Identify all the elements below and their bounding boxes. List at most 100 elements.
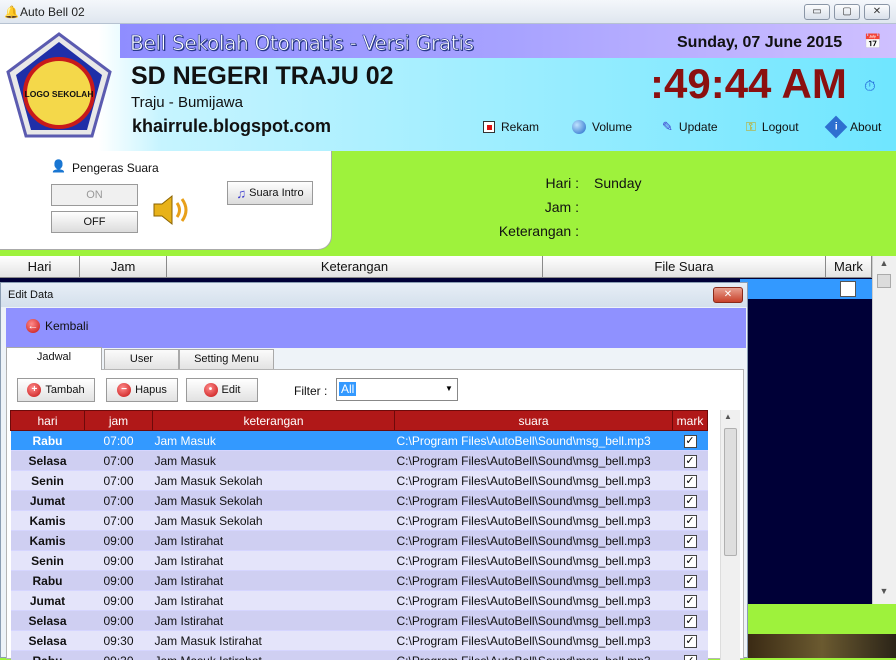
cell-keterangan: Jam Istirahat (153, 571, 395, 591)
about-button[interactable]: i About (828, 118, 881, 136)
grid-header-mark[interactable]: Mark (826, 256, 872, 278)
scroll-down-icon[interactable]: ▼ (875, 586, 893, 598)
cell-mark: ✓ (673, 571, 708, 591)
mark-checkbox[interactable]: ✓ (684, 515, 697, 528)
cell-mark: ✓ (673, 471, 708, 491)
tambah-button[interactable]: + Tambah (17, 378, 95, 402)
tab-user[interactable]: User (104, 349, 179, 369)
tab-setting-menu[interactable]: Setting Menu (179, 349, 274, 369)
cell-mark: ✓ (673, 631, 708, 651)
jam-label: Jam : (459, 199, 579, 215)
sound-on-button[interactable]: ON (51, 184, 138, 206)
speaker-icon (150, 191, 194, 229)
cell-keterangan: Jam Masuk Istirahat (153, 651, 395, 660)
scroll-up-icon[interactable]: ▲ (875, 258, 893, 270)
grid-selected-row[interactable] (740, 279, 826, 299)
table-row[interactable]: Jumat07:00Jam Masuk SekolahC:\Program Fi… (11, 491, 708, 511)
table-header-keterangan[interactable]: keterangan (153, 411, 395, 431)
table-header-hari[interactable]: hari (11, 411, 85, 431)
table-row[interactable]: Rabu09:30Jam Masuk IstirahatC:\Program F… (11, 651, 708, 660)
cell-mark: ✓ (673, 611, 708, 631)
calendar-icon[interactable]: 📅 (864, 33, 881, 50)
table-scrollbar[interactable]: ▲ (720, 410, 740, 660)
mark-checkbox[interactable]: ✓ (684, 575, 697, 588)
mark-checkbox[interactable]: ✓ (684, 535, 697, 548)
filter-label: Filter : (294, 384, 327, 398)
mark-checkbox[interactable]: ✓ (684, 475, 697, 488)
cell-mark: ✓ (673, 551, 708, 571)
cell-mark: ✓ (673, 431, 708, 451)
cell-hari: Kamis (11, 511, 85, 531)
cell-suara: C:\Program Files\AutoBell\Sound\msg_bell… (395, 611, 673, 631)
table-row[interactable]: Selasa07:00Jam MasukC:\Program Files\Aut… (11, 451, 708, 471)
mark-checkbox[interactable]: ✓ (684, 635, 697, 648)
table-row[interactable]: Kamis09:00Jam IstirahatC:\Program Files\… (11, 531, 708, 551)
stopwatch-icon[interactable]: ⏱ (864, 78, 876, 95)
tab-jadwal[interactable]: Jadwal (6, 347, 102, 370)
grid-header-hari[interactable]: Hari (0, 256, 80, 278)
wallpaper-strip (748, 634, 896, 658)
cell-keterangan: Jam Masuk Sekolah (153, 471, 395, 491)
table-scroll-up-icon[interactable]: ▲ (724, 412, 732, 421)
chevron-down-icon[interactable]: ▼ (445, 384, 453, 393)
cell-keterangan: Jam Istirahat (153, 591, 395, 611)
edit-label: Edit (222, 384, 241, 396)
table-header-jam[interactable]: jam (85, 411, 153, 431)
cell-jam: 07:00 (85, 471, 153, 491)
kembali-button[interactable]: ← Kembali (26, 319, 88, 333)
cell-suara: C:\Program Files\AutoBell\Sound\msg_bell… (395, 651, 673, 660)
hapus-label: Hapus (135, 384, 167, 396)
logo-text: LOGO SEKOLAH (25, 89, 94, 99)
about-label: About (850, 120, 881, 134)
mark-checkbox[interactable]: ✓ (684, 455, 697, 468)
cell-jam: 07:00 (85, 431, 153, 451)
grid-mark-cell[interactable] (826, 279, 872, 299)
table-header-suara[interactable]: suara (395, 411, 673, 431)
mark-checkbox[interactable]: ✓ (684, 555, 697, 568)
hapus-button[interactable]: − Hapus (106, 378, 178, 402)
school-logo: LOGO SEKOLAH (4, 30, 114, 142)
mark-checkbox[interactable]: ✓ (684, 435, 697, 448)
table-scroll-thumb[interactable] (724, 428, 737, 556)
sound-off-button[interactable]: OFF (51, 211, 138, 233)
rekam-button[interactable]: Rekam (483, 118, 539, 136)
cell-hari: Rabu (11, 431, 85, 451)
grid-header-file-suara[interactable]: File Suara (543, 256, 826, 278)
table-row[interactable]: Rabu07:00Jam MasukC:\Program Files\AutoB… (11, 431, 708, 451)
mark-checkbox[interactable]: ✓ (684, 655, 697, 660)
scroll-thumb[interactable] (877, 274, 891, 288)
table-row[interactable]: Selasa09:00Jam IstirahatC:\Program Files… (11, 611, 708, 631)
update-button[interactable]: ✎ Update (662, 118, 718, 136)
grid-mark-checkbox[interactable] (840, 281, 856, 297)
table-row[interactable]: Selasa09:30Jam Masuk IstirahatC:\Program… (11, 631, 708, 651)
mark-checkbox[interactable]: ✓ (684, 495, 697, 508)
filter-select[interactable]: All ▼ (336, 378, 458, 401)
cell-keterangan: Jam Masuk Istirahat (153, 631, 395, 651)
table-row[interactable]: Kamis07:00Jam Masuk SekolahC:\Program Fi… (11, 511, 708, 531)
minimize-button[interactable]: ▭ (804, 4, 830, 20)
grid-header-keterangan[interactable]: Keterangan (167, 256, 543, 278)
cell-hari: Selasa (11, 611, 85, 631)
sound-panel: 👤 Pengeras Suara ON OFF ♫ Suara Intro (0, 151, 332, 250)
table-row[interactable]: Senin09:00Jam IstirahatC:\Program Files\… (11, 551, 708, 571)
mark-checkbox[interactable]: ✓ (684, 615, 697, 628)
grid-scrollbar[interactable]: ▲ ▼ (872, 256, 896, 604)
close-button[interactable]: ✕ (864, 4, 890, 20)
table-header-mark[interactable]: mark (673, 411, 708, 431)
maximize-button[interactable]: ▢ (834, 4, 860, 20)
edit-window-titlebar: Edit Data ✕ (1, 283, 747, 307)
edit-button[interactable]: • Edit (186, 378, 258, 402)
app-bell-icon: 🔔 (4, 5, 19, 19)
grid-header-jam[interactable]: Jam (80, 256, 167, 278)
cell-hari: Rabu (11, 651, 85, 660)
table-row[interactable]: Jumat09:00Jam IstirahatC:\Program Files\… (11, 591, 708, 611)
suara-intro-button[interactable]: ♫ Suara Intro (227, 181, 313, 205)
edit-close-button[interactable]: ✕ (713, 287, 743, 303)
logout-button[interactable]: ⚿ Logout (746, 118, 799, 136)
volume-button[interactable]: Volume (572, 118, 632, 136)
table-row[interactable]: Rabu09:00Jam IstirahatC:\Program Files\A… (11, 571, 708, 591)
mark-checkbox[interactable]: ✓ (684, 595, 697, 608)
cell-jam: 07:00 (85, 511, 153, 531)
blog-url: khairrule.blogspot.com (132, 116, 331, 137)
table-row[interactable]: Senin07:00Jam Masuk SekolahC:\Program Fi… (11, 471, 708, 491)
